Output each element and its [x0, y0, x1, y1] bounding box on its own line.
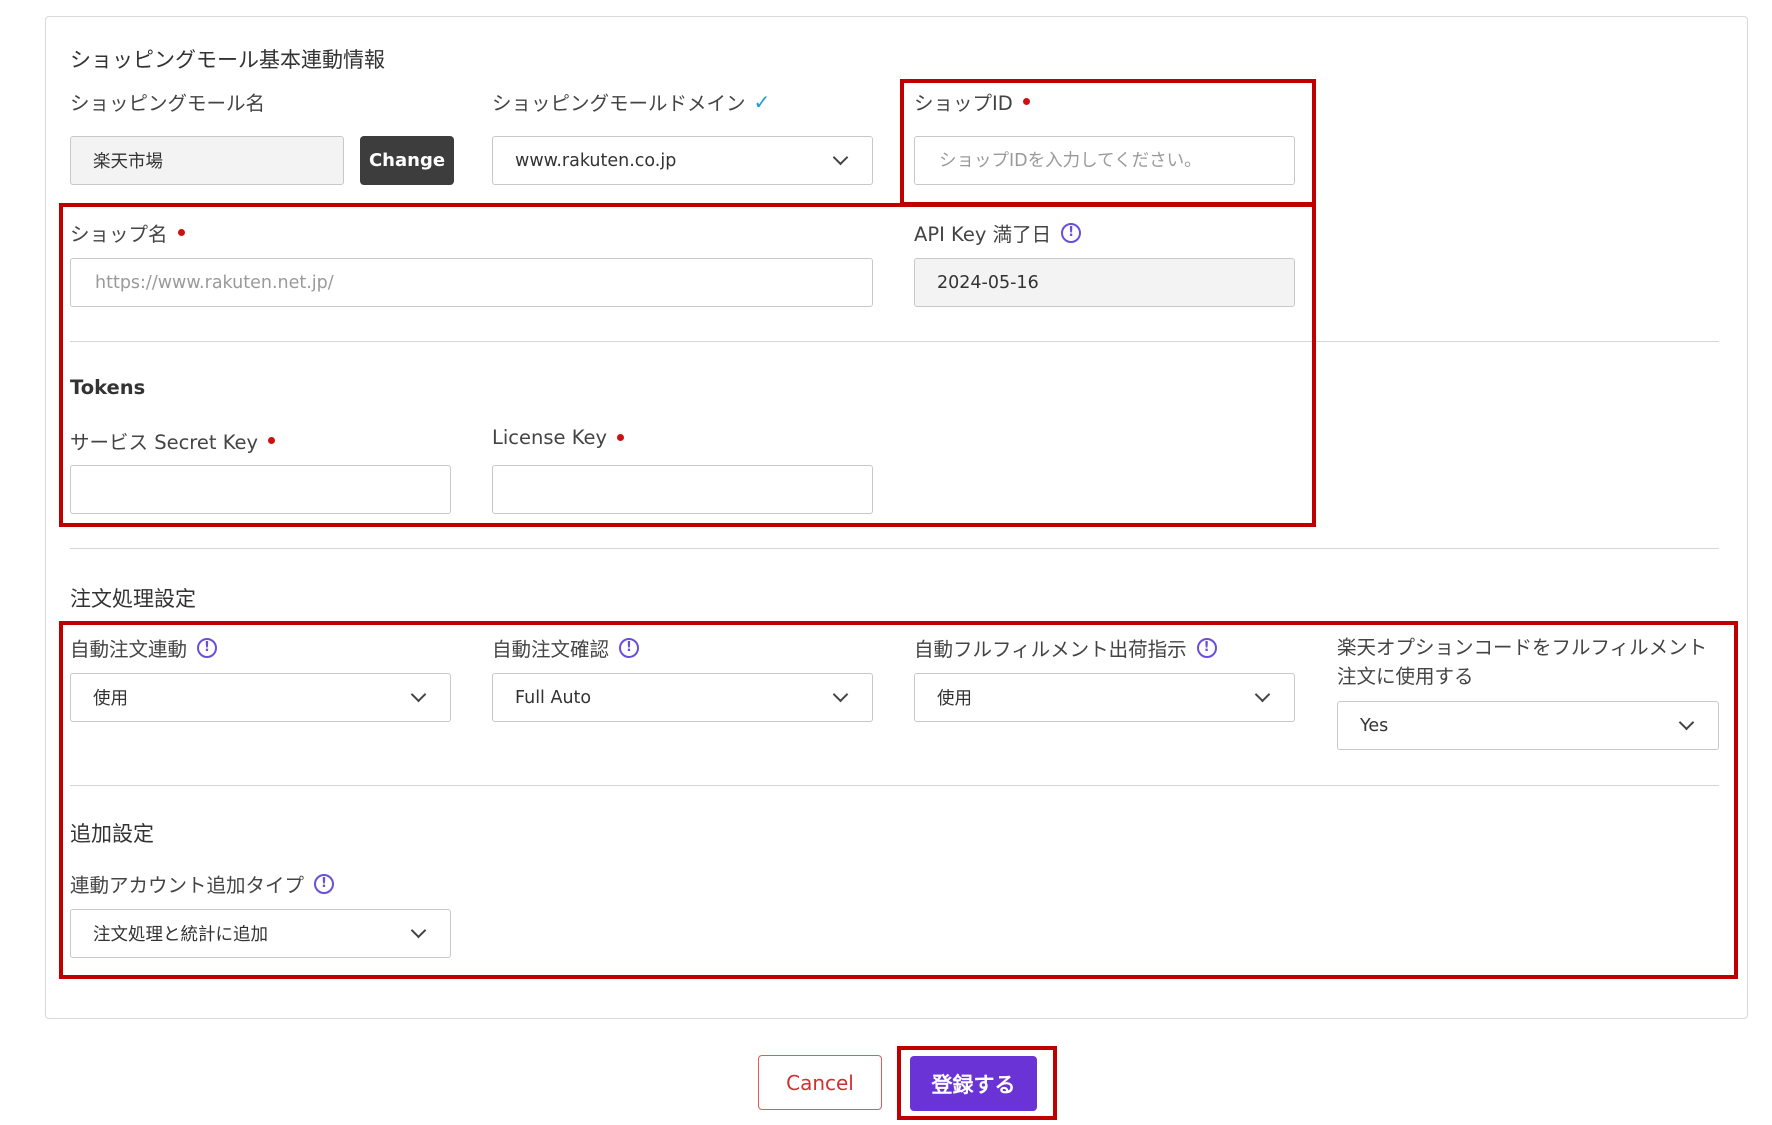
auto-confirm-value: Full Auto — [515, 687, 592, 708]
secret-key-label: サービス Secret Key — [70, 426, 276, 455]
auto-confirm-label: 自動注文確認 ! — [492, 633, 640, 662]
chevron-down-icon — [410, 922, 427, 939]
chevron-down-icon — [1678, 714, 1695, 731]
divider — [70, 785, 1719, 786]
mall-name-label-text: ショッピングモール名 — [70, 92, 266, 115]
api-key-expiry-field: 2024-05-16 — [914, 258, 1295, 307]
account-type-select[interactable]: 注文処理と統計に追加 — [70, 909, 451, 958]
domain-label: ショッピングモールドメイン ✓ — [492, 87, 770, 116]
chevron-down-icon — [832, 686, 849, 703]
account-type-value: 注文処理と統計に追加 — [93, 925, 268, 945]
account-type-label: 連動アカウント追加タイプ ! — [70, 869, 335, 898]
option-code-select[interactable]: Yes — [1337, 701, 1719, 750]
tokens-title: Tokens — [70, 376, 145, 399]
chevron-down-icon — [410, 686, 427, 703]
option-code-label-line2: 注文に使用する — [1337, 665, 1474, 688]
license-key-field — [492, 465, 873, 514]
license-key-label-text: License Key — [492, 426, 608, 449]
shop-name-field — [70, 258, 873, 307]
auto-link-value: 使用 — [93, 689, 128, 709]
info-icon[interactable]: ! — [1061, 222, 1082, 243]
option-code-label-line1: 楽天オプションコードをフルフィルメント — [1337, 636, 1708, 659]
auto-fulfill-label: 自動フルフィルメント出荷指示 ! — [914, 633, 1217, 662]
api-key-label: API Key 満了日 ! — [914, 218, 1082, 247]
domain-select[interactable]: www.rakuten.co.jp — [492, 136, 873, 185]
shop-id-label-text: ショップID — [914, 92, 1013, 115]
required-indicator — [268, 437, 276, 444]
divider — [70, 548, 1719, 549]
domain-label-text: ショッピングモールドメイン — [492, 92, 746, 115]
option-code-value: Yes — [1360, 715, 1389, 736]
info-icon[interactable]: ! — [1196, 637, 1217, 658]
mall-name-value: 楽天市場 — [93, 152, 163, 172]
shop-id-input[interactable] — [937, 149, 1272, 172]
chevron-down-icon — [1254, 686, 1271, 703]
auto-confirm-label-text: 自動注文確認 — [492, 638, 610, 661]
shop-id-label: ショップID — [914, 87, 1030, 116]
shop-id-field — [914, 136, 1295, 185]
info-icon[interactable]: ! — [619, 637, 640, 658]
license-key-label: License Key — [492, 426, 625, 449]
info-icon[interactable]: ! — [314, 873, 335, 894]
cancel-button[interactable]: Cancel — [758, 1055, 882, 1110]
auto-fulfill-value: 使用 — [937, 689, 972, 709]
section-title-order: 注文処理設定 — [70, 587, 196, 611]
section-title-basic: ショッピングモール基本連動情報 — [70, 48, 385, 72]
chevron-down-icon — [832, 149, 849, 166]
check-icon: ✓ — [753, 89, 771, 114]
auto-link-label: 自動注文連動 ! — [70, 633, 218, 662]
secret-key-label-text: サービス Secret Key — [70, 431, 259, 454]
required-indicator — [617, 434, 625, 441]
auto-fulfill-label-text: 自動フルフィルメント出荷指示 — [914, 638, 1187, 661]
api-key-expiry-value: 2024-05-16 — [937, 272, 1039, 293]
shop-name-label-text: ショップ名 — [70, 223, 168, 246]
info-icon[interactable]: ! — [197, 637, 218, 658]
auto-confirm-select[interactable]: Full Auto — [492, 673, 873, 722]
mall-name-field: 楽天市場 — [70, 136, 344, 185]
domain-select-value: www.rakuten.co.jp — [515, 150, 677, 171]
change-button[interactable]: Change — [360, 136, 454, 185]
auto-link-label-text: 自動注文連動 — [70, 638, 188, 661]
shop-name-label: ショップ名 — [70, 218, 185, 247]
divider — [70, 341, 1719, 342]
section-title-additional: 追加設定 — [70, 822, 154, 846]
tokens-title-text: Tokens — [70, 376, 146, 399]
shop-name-input[interactable] — [93, 271, 850, 294]
submit-button[interactable]: 登録する — [910, 1056, 1037, 1111]
license-key-input[interactable] — [515, 478, 850, 501]
secret-key-field — [70, 465, 451, 514]
auto-fulfill-select[interactable]: 使用 — [914, 673, 1295, 722]
secret-key-input[interactable] — [93, 478, 428, 501]
account-type-label-text: 連動アカウント追加タイプ — [70, 874, 305, 897]
required-indicator — [177, 229, 185, 236]
api-key-label-text: API Key 満了日 — [914, 223, 1052, 246]
auto-link-select[interactable]: 使用 — [70, 673, 451, 722]
mall-name-label: ショッピングモール名 — [70, 87, 265, 116]
option-code-label: 楽天オプションコードをフルフィルメント 注文に使用する — [1337, 633, 1707, 691]
required-indicator — [1022, 98, 1030, 105]
